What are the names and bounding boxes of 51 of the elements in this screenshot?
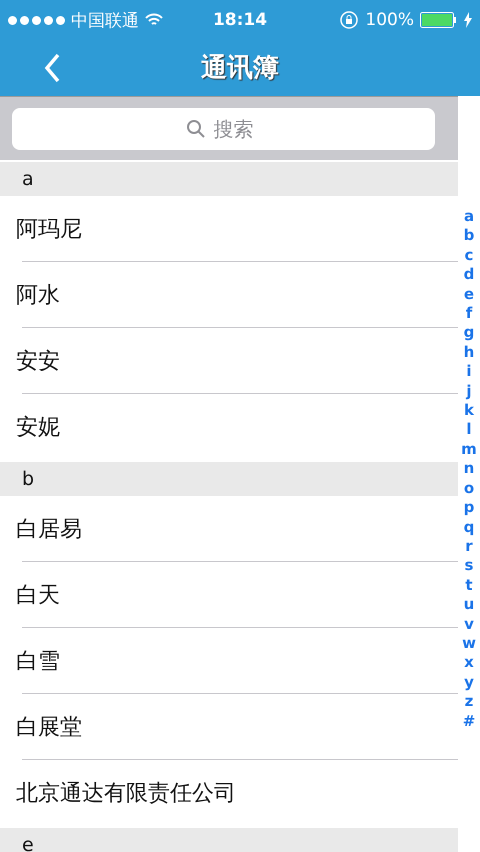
index-letter[interactable]: q <box>464 518 474 537</box>
index-letter[interactable]: # <box>462 712 476 731</box>
index-letter[interactable]: r <box>465 536 473 556</box>
index-letter[interactable]: c <box>464 246 474 266</box>
index-letter[interactable]: j <box>466 382 472 402</box>
index-letter[interactable]: o <box>464 478 474 498</box>
search-icon <box>186 118 206 138</box>
contact-row[interactable]: 阿玛尼 <box>0 196 458 262</box>
contact-row[interactable]: 安安 <box>0 328 458 394</box>
section-letter: e <box>22 835 34 852</box>
battery-percent: 100% <box>365 10 414 30</box>
section-letter: a <box>22 169 34 189</box>
index-letter[interactable]: w <box>462 634 476 654</box>
index-letter[interactable]: d <box>464 265 474 285</box>
index-letter[interactable]: a <box>464 207 474 226</box>
contact-row[interactable]: 阿水 <box>0 262 458 328</box>
index-letter[interactable]: m <box>461 440 477 460</box>
index-letter[interactable]: n <box>464 459 474 479</box>
index-letter[interactable]: t <box>465 576 473 596</box>
index-letter[interactable]: s <box>464 556 474 576</box>
signal-icon <box>8 16 65 24</box>
contact-row[interactable]: 安妮 <box>0 394 458 460</box>
index-letter[interactable]: u <box>464 595 474 615</box>
index-letter[interactable]: b <box>464 226 474 246</box>
index-letter[interactable]: h <box>464 342 474 362</box>
index-letter[interactable]: v <box>464 614 474 634</box>
search-field[interactable]: 搜索 <box>12 108 435 150</box>
index-letter[interactable]: i <box>466 362 472 382</box>
index-letter[interactable]: y <box>464 672 474 692</box>
contact-row[interactable]: 白天 <box>0 562 458 628</box>
contact-row[interactable]: 白居易 <box>0 496 458 562</box>
section-letter: b <box>22 469 34 489</box>
search-input[interactable]: 搜索 <box>214 116 262 140</box>
index-letter[interactable]: e <box>464 284 474 304</box>
contact-row[interactable]: 白展堂 <box>0 694 458 760</box>
index-letter[interactable]: p <box>464 498 474 518</box>
charging-icon <box>464 12 472 28</box>
wifi-icon <box>145 13 163 27</box>
index-letter[interactable]: f <box>466 304 472 324</box>
clock-time: 18:14 <box>212 10 268 30</box>
index-letter[interactable]: z <box>464 692 474 712</box>
page-title: 通讯簿 <box>201 52 279 85</box>
contact-row[interactable]: 北京通达有限责任公司 <box>0 760 458 826</box>
index-letter[interactable]: k <box>464 401 474 420</box>
rotation-lock-icon <box>339 10 360 30</box>
battery-icon <box>420 12 458 28</box>
index-letter[interactable]: x <box>464 653 474 673</box>
index-letter[interactable]: g <box>464 323 474 343</box>
contact-row[interactable]: 白雪 <box>0 628 458 694</box>
index-letter[interactable]: l <box>466 420 472 440</box>
carrier-name: 中国联通 <box>71 10 139 32</box>
